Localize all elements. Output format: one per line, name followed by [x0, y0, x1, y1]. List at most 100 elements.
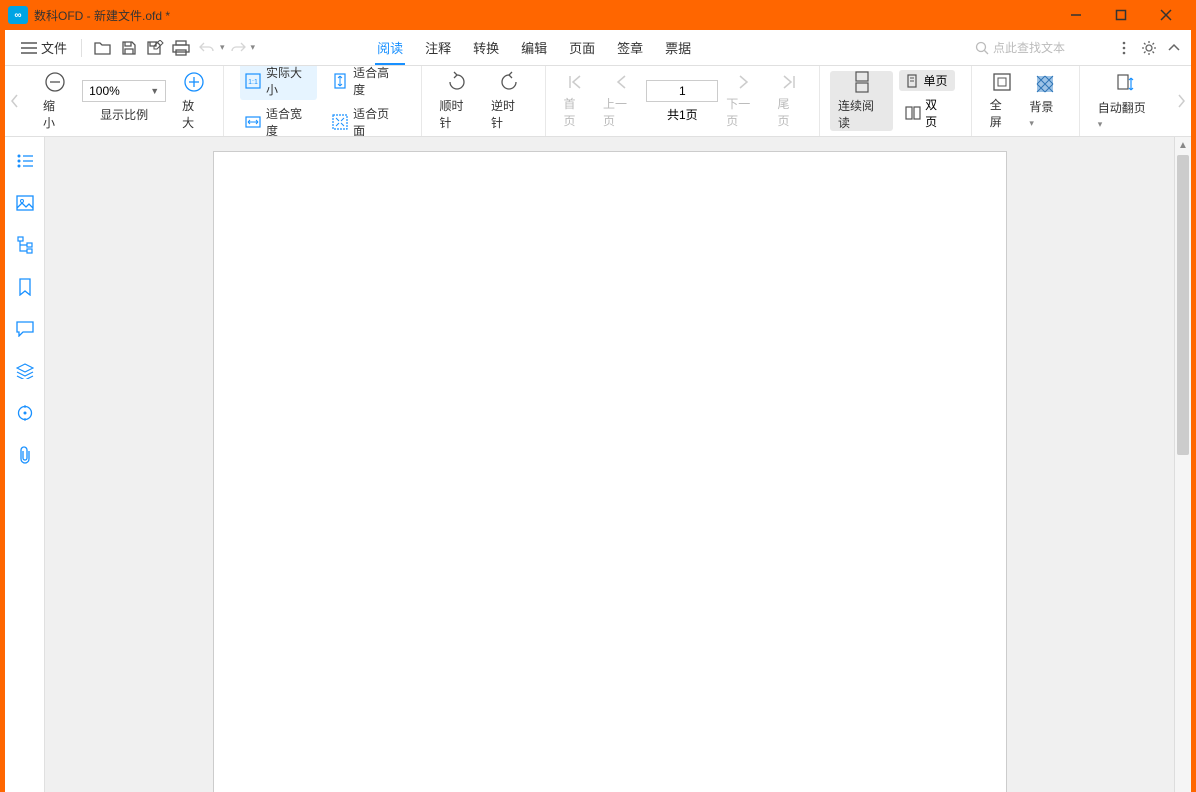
fit-height-button[interactable]: 适合高度	[327, 66, 404, 100]
sidebar-attachment-button[interactable]	[13, 443, 37, 467]
search-box[interactable]: 点此查找文本	[975, 39, 1105, 56]
double-page-button[interactable]: 双页	[899, 94, 954, 132]
sidebar-thumbnails-button[interactable]	[13, 191, 37, 215]
close-button[interactable]	[1143, 0, 1188, 30]
chevron-down-icon: ▾	[1098, 119, 1103, 129]
topbar: 文件 ▾ ▾ 阅读 注释 转换 编辑 页面 签章 票据 点此查找文本	[5, 30, 1191, 66]
open-button[interactable]	[90, 35, 116, 61]
chevron-left-icon	[610, 73, 632, 91]
target-icon	[17, 405, 33, 421]
folder-open-icon	[94, 40, 112, 56]
single-page-button[interactable]: 单页	[899, 70, 954, 91]
sidebar-resources-button[interactable]	[13, 401, 37, 425]
tab-page[interactable]: 页面	[567, 30, 597, 65]
main-area: ▲ ▼	[5, 137, 1191, 792]
save-button[interactable]	[116, 35, 142, 61]
minimize-button[interactable]	[1053, 0, 1098, 30]
zoom-select[interactable]: 100%▼	[82, 80, 166, 102]
fullscreen-button[interactable]: 全屏	[982, 71, 1022, 131]
document-page	[213, 151, 1007, 792]
more-icon[interactable]	[1117, 40, 1131, 56]
fit-width-button[interactable]: 适合宽度	[240, 103, 317, 137]
fit-page-icon	[331, 113, 349, 131]
app-logo-icon: ∞	[8, 6, 28, 24]
image-icon	[16, 195, 34, 211]
window-title: 数科OFD - 新建文件.ofd *	[34, 7, 1053, 24]
minus-circle-icon	[44, 71, 66, 93]
tab-read[interactable]: 阅读	[375, 30, 405, 65]
left-sidebar	[5, 137, 45, 792]
auto-flip-icon	[1114, 73, 1136, 95]
redo-button[interactable]	[225, 35, 251, 61]
maximize-button[interactable]	[1098, 0, 1143, 30]
fit-width-icon	[244, 113, 262, 131]
redo-icon	[230, 41, 246, 55]
background-button[interactable]: 背景 ▾	[1021, 71, 1068, 131]
save-icon	[121, 40, 137, 56]
prev-page-button[interactable]: 上一页	[595, 71, 646, 131]
fit-page-button[interactable]: 适合页面	[327, 103, 404, 137]
vertical-scrollbar[interactable]: ▲ ▼	[1174, 137, 1191, 792]
scroll-thumb[interactable]	[1177, 155, 1189, 455]
file-menu-button[interactable]: 文件	[15, 34, 73, 61]
chevron-down-icon: ▼	[150, 86, 159, 96]
svg-text:1:1: 1:1	[248, 79, 258, 86]
continuous-page-icon	[851, 71, 873, 93]
rotate-cw-button[interactable]: 顺时针	[432, 71, 484, 131]
last-page-button[interactable]: 尾页	[770, 71, 810, 131]
rotate-cw-icon	[446, 71, 468, 93]
chevron-down-icon: ▾	[1029, 118, 1034, 128]
auto-flip-button[interactable]: 自动翻页 ▾	[1090, 71, 1161, 131]
tab-convert[interactable]: 转换	[471, 30, 501, 65]
single-page-icon	[905, 74, 919, 88]
comment-icon	[16, 321, 34, 337]
scroll-up-arrow[interactable]: ▲	[1175, 137, 1191, 154]
next-page-button[interactable]: 下一页	[718, 71, 769, 131]
ribbon-scroll-right[interactable]	[1171, 66, 1191, 136]
tab-edit[interactable]: 编辑	[519, 30, 549, 65]
ribbon: 缩小 100%▼ 显示比例 放大 1:1实际大小 适合高度 适合宽度 适合页面	[5, 66, 1191, 137]
chevron-right-icon	[733, 73, 755, 91]
bookmark-icon	[18, 278, 32, 296]
gear-icon[interactable]	[1141, 40, 1157, 56]
tab-sign[interactable]: 签章	[615, 30, 645, 65]
background-icon	[1034, 74, 1056, 94]
fit-actual-button[interactable]: 1:1实际大小	[240, 66, 317, 100]
undo-icon	[199, 41, 215, 55]
redo-dropdown[interactable]: ▾	[251, 42, 256, 53]
search-icon	[975, 41, 989, 55]
sidebar-bookmark-button[interactable]	[13, 275, 37, 299]
page-total-label: 共1页	[667, 106, 698, 123]
page-number-input[interactable]	[646, 80, 718, 102]
last-page-icon	[778, 73, 800, 91]
undo-button[interactable]	[194, 35, 220, 61]
rotate-ccw-button[interactable]: 逆时针	[483, 71, 535, 131]
tab-annotate[interactable]: 注释	[423, 30, 453, 65]
sidebar-outline-button[interactable]	[13, 149, 37, 173]
layers-icon	[16, 363, 34, 379]
zoom-out-button[interactable]: 缩小	[35, 71, 74, 131]
tree-icon	[17, 236, 33, 254]
continuous-read-button[interactable]: 连续阅读	[830, 71, 893, 131]
print-button[interactable]	[168, 35, 194, 61]
zoom-ratio-label: 显示比例	[100, 106, 148, 123]
separator	[81, 39, 82, 57]
outline-icon	[16, 153, 34, 169]
first-page-icon	[564, 73, 586, 91]
sidebar-semantic-button[interactable]	[13, 233, 37, 257]
undo-dropdown[interactable]: ▾	[220, 42, 225, 53]
collapse-ribbon-icon[interactable]	[1167, 43, 1181, 53]
document-canvas[interactable]	[45, 137, 1174, 792]
actual-size-icon: 1:1	[244, 72, 262, 90]
first-page-button[interactable]: 首页	[556, 71, 596, 131]
zoom-in-button[interactable]: 放大	[174, 71, 213, 131]
fit-height-icon	[331, 72, 349, 90]
ribbon-scroll-left[interactable]	[5, 66, 25, 136]
sidebar-comment-button[interactable]	[13, 317, 37, 341]
tab-invoice[interactable]: 票据	[663, 30, 693, 65]
save-as-button[interactable]	[142, 35, 168, 61]
double-page-icon	[905, 106, 921, 120]
sidebar-layers-button[interactable]	[13, 359, 37, 383]
paperclip-icon	[17, 446, 33, 464]
file-menu-label: 文件	[41, 38, 67, 57]
